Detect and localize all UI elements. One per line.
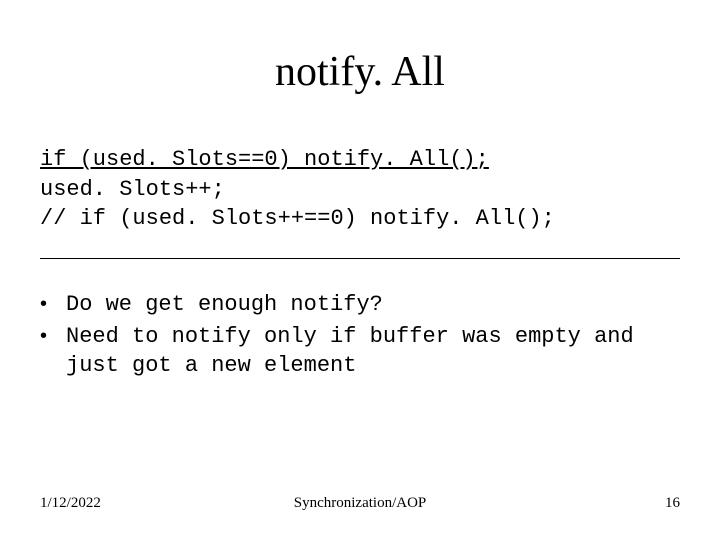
code-line-3: // if (used. Slots++==0) notify. All(); bbox=[40, 204, 680, 234]
code-block: if (used. Slots==0) notify. All(); used.… bbox=[40, 145, 680, 259]
slide-title: notify. All bbox=[0, 48, 720, 96]
bullet-item: • Do we get enough notify? bbox=[40, 290, 690, 320]
code-line-2: used. Slots++; bbox=[40, 175, 680, 205]
footer-page-number: 16 bbox=[665, 495, 680, 512]
bullet-text: Need to notify only if buffer was empty … bbox=[66, 322, 690, 381]
footer-topic: Synchronization/AOP bbox=[40, 495, 680, 512]
bullet-list: • Do we get enough notify? • Need to not… bbox=[40, 290, 690, 383]
slide: notify. All if (used. Slots==0) notify. … bbox=[0, 0, 720, 540]
bullet-text: Do we get enough notify? bbox=[66, 290, 690, 320]
bullet-dot-icon: • bbox=[40, 322, 66, 350]
code-line-1: if (used. Slots==0) notify. All(); bbox=[40, 145, 680, 175]
bullet-dot-icon: • bbox=[40, 290, 66, 318]
footer: 1/12/2022 Synchronization/AOP 16 bbox=[40, 495, 680, 512]
bullet-item: • Need to notify only if buffer was empt… bbox=[40, 322, 690, 381]
footer-date: 1/12/2022 bbox=[40, 495, 101, 512]
